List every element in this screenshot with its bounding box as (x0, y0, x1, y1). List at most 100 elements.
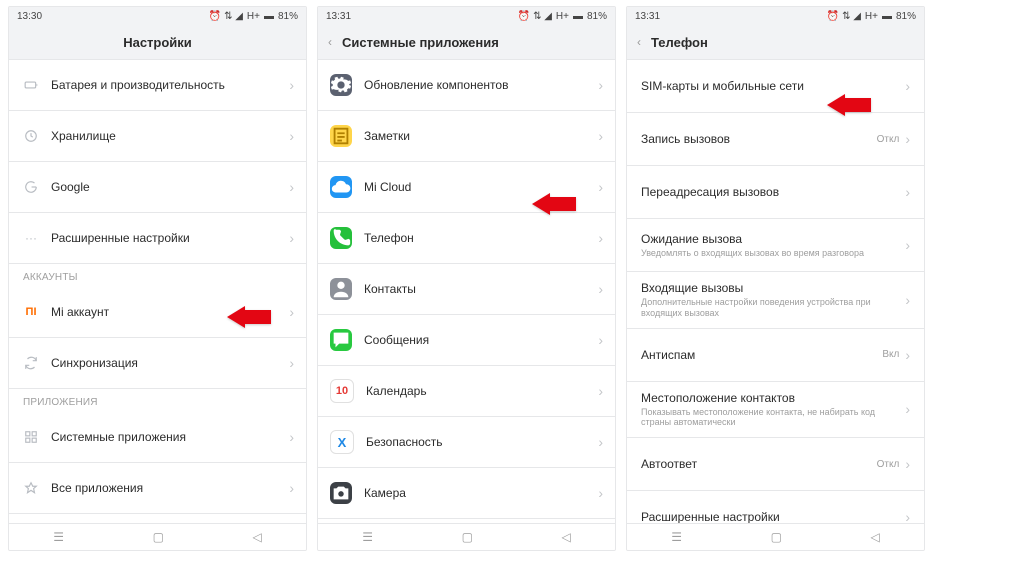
row-label: Все приложения (51, 481, 289, 495)
battery-icon (21, 75, 41, 95)
page-title: Телефон (651, 35, 708, 50)
statusbar: 13:31 ⏰ ⇅ ◢H+▬81% (627, 7, 924, 25)
chevron-right-icon: › (598, 77, 603, 93)
row-subtitle: Показывать местоположение контакта, не н… (641, 407, 905, 429)
chevron-right-icon: › (905, 78, 910, 94)
row-subtitle: Уведомлять о входящих вызовах во время р… (641, 248, 905, 259)
navbar: ☰ ▢ ◁ (9, 523, 306, 550)
header: ‹ Телефон (627, 25, 924, 60)
back-icon[interactable]: ‹ (328, 35, 332, 49)
row-label: Синхронизация (51, 356, 289, 370)
chevron-right-icon: › (598, 128, 603, 144)
row-label: Обновление компонентов (364, 78, 598, 92)
nav-back-icon[interactable]: ◁ (870, 530, 879, 544)
section-apps: ПРИЛОЖЕНИЯ (9, 389, 306, 412)
google-icon (21, 177, 41, 197)
nav-recent-icon[interactable]: ☰ (362, 530, 373, 544)
nav-home-icon[interactable]: ▢ (771, 530, 782, 544)
row-system-apps[interactable]: Системные приложения › (9, 412, 306, 463)
row-battery[interactable]: Батарея и производительность › (9, 60, 306, 111)
screen-phone: 13:31 ⏰ ⇅ ◢H+▬81% ‹ Телефон SIM-карты и … (626, 6, 925, 551)
nav-home-icon[interactable]: ▢ (462, 530, 473, 544)
settings-row[interactable]: Входящие вызовыДополнительные настройки … (627, 272, 924, 329)
chevron-right-icon: › (289, 230, 294, 246)
chevron-right-icon: › (598, 485, 603, 501)
nav-back-icon[interactable]: ◁ (252, 530, 261, 544)
chevron-right-icon: › (598, 383, 603, 399)
app-row[interactable]: Обновление компонентов› (318, 60, 615, 111)
row-label: Телефон (364, 231, 598, 245)
nav-recent-icon[interactable]: ☰ (53, 530, 64, 544)
row-label: Входящие вызовы (641, 281, 905, 295)
note-icon (330, 125, 352, 147)
app-row[interactable]: XБезопасность› (318, 417, 615, 468)
sync-icon (21, 353, 41, 373)
chevron-right-icon: › (905, 237, 910, 253)
status-time: 13:31 (326, 11, 351, 22)
header: Настройки (9, 25, 306, 60)
settings-row[interactable]: Расширенные настройки› (627, 491, 924, 525)
row-all-apps[interactable]: Все приложения › (9, 463, 306, 514)
row-label: Автоответ (641, 457, 877, 471)
nav-back-icon[interactable]: ◁ (561, 530, 570, 544)
chevron-right-icon: › (905, 401, 910, 417)
storage-icon (21, 126, 41, 146)
grid-icon (21, 427, 41, 447)
statusbar: 13:31 ⏰ ⇅ ◢H+▬81% (318, 7, 615, 25)
row-label: SIM-карты и мобильные сети (641, 79, 905, 93)
row-label: Заметки (364, 129, 598, 143)
settings-row[interactable]: АвтоответОткл› (627, 438, 924, 491)
screen-system-apps: 13:31 ⏰ ⇅ ◢H+▬81% ‹ Системные приложения… (317, 6, 616, 551)
row-value: Вкл (882, 349, 899, 360)
app-row[interactable]: Камера› (318, 468, 615, 519)
app-row[interactable]: Сообщения› (318, 315, 615, 366)
settings-row[interactable]: Местоположение контактовПоказывать место… (627, 382, 924, 439)
status-right: ⏰ ⇅ ◢H+▬81% (209, 11, 298, 22)
chevron-right-icon: › (289, 480, 294, 496)
back-icon[interactable]: ‹ (637, 35, 641, 49)
row-label: Расширенные настройки (51, 231, 289, 245)
cloud-icon (330, 176, 352, 198)
settings-row[interactable]: АнтиспамВкл› (627, 329, 924, 382)
header: ‹ Системные приложения (318, 25, 615, 60)
chevron-right-icon: › (905, 347, 910, 363)
cam-icon (330, 482, 352, 504)
mi-icon: ΠΙ (21, 302, 41, 322)
cal-icon: 10 (330, 379, 354, 403)
row-label: Хранилище (51, 129, 289, 143)
chevron-right-icon: › (905, 292, 910, 308)
settings-row[interactable]: Переадресация вызовов› (627, 166, 924, 219)
nav-home-icon[interactable]: ▢ (153, 530, 164, 544)
settings-row[interactable]: Ожидание вызоваУведомлять о входящих выз… (627, 219, 924, 272)
row-label: Календарь (366, 384, 598, 398)
status-time: 13:31 (635, 11, 660, 22)
app-row[interactable]: Контакты› (318, 264, 615, 315)
pointer-arrow (532, 193, 576, 218)
row-value: Откл (877, 134, 900, 145)
row-label: Контакты (364, 282, 598, 296)
navbar: ☰ ▢ ◁ (627, 523, 924, 550)
status-time: 13:30 (17, 11, 42, 22)
app-row[interactable]: Заметки› (318, 111, 615, 162)
chevron-right-icon: › (905, 456, 910, 472)
row-label: Батарея и производительность (51, 78, 289, 92)
row-sync[interactable]: Синхронизация › (9, 338, 306, 389)
chevron-right-icon: › (598, 281, 603, 297)
chevron-right-icon: › (289, 77, 294, 93)
settings-row[interactable]: Запись вызововОткл› (627, 113, 924, 166)
row-storage[interactable]: Хранилище › (9, 111, 306, 162)
phone-icon (330, 227, 352, 249)
page-title: Системные приложения (342, 35, 499, 50)
app-row[interactable]: 10 Календарь› (318, 366, 615, 417)
status-right: ⏰ ⇅ ◢H+▬81% (827, 11, 916, 22)
row-advanced[interactable]: ··· Расширенные настройки › (9, 213, 306, 264)
app-row[interactable]: Телефон› (318, 213, 615, 264)
pointer-arrow (827, 94, 871, 119)
settings-row[interactable]: SIM-карты и мобильные сети› (627, 60, 924, 113)
person-icon (330, 278, 352, 300)
row-google[interactable]: Google › (9, 162, 306, 213)
row-label: Переадресация вызовов (641, 185, 905, 199)
nav-recent-icon[interactable]: ☰ (671, 530, 682, 544)
screen-settings: 13:30 ⏰ ⇅ ◢H+▬81% Настройки Батарея и пр… (8, 6, 307, 551)
chevron-right-icon: › (905, 131, 910, 147)
